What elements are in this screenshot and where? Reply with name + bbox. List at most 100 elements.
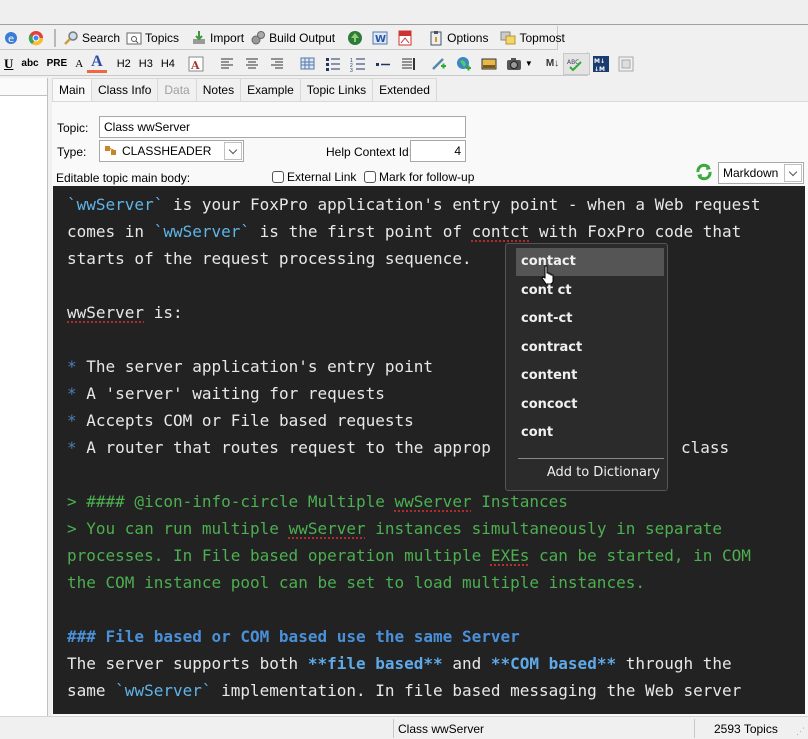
suggestion-item[interactable]: contact xyxy=(516,248,664,276)
suggestion-item[interactable]: content xyxy=(516,362,664,390)
import-button[interactable]: Import xyxy=(188,27,247,49)
misspelled-word[interactable]: wwServer xyxy=(289,519,366,538)
build-output-button[interactable]: Build Output xyxy=(247,27,338,49)
pdf-icon xyxy=(398,30,412,45)
status-topic: Class wwServer xyxy=(398,722,485,736)
tab-topic-links[interactable]: Topic Links xyxy=(299,78,374,101)
dropdown-arrow-icon[interactable]: ▼ xyxy=(525,59,533,68)
spellcheck-icon: ABC xyxy=(567,59,582,71)
external-link-checkbox[interactable]: External Link xyxy=(272,170,356,184)
text-run: comes in xyxy=(67,222,154,241)
options-button[interactable]: Options xyxy=(425,27,491,49)
misspelled-word[interactable]: contct xyxy=(472,222,530,241)
underline-button[interactable]: U xyxy=(0,53,17,75)
topic-tree-header xyxy=(0,78,47,96)
h2-button[interactable]: H2 xyxy=(113,53,135,75)
text-run: processes. In File based operation multi… xyxy=(67,546,491,565)
word-export-button[interactable]: W xyxy=(369,27,394,49)
follow-up-checkbox[interactable]: Mark for follow-up xyxy=(364,170,474,184)
svg-text:↓M: ↓M xyxy=(594,66,605,72)
editor-mode-select[interactable]: Markdown xyxy=(718,162,804,184)
insert-web-link-button[interactable] xyxy=(453,53,478,75)
external-link-label: External Link xyxy=(287,170,357,184)
pdf-export-button[interactable] xyxy=(394,27,419,49)
horizontal-rule-button[interactable] xyxy=(372,53,397,75)
svg-text:3: 3 xyxy=(350,68,353,72)
resize-grip-icon[interactable]: ⋰ xyxy=(796,723,805,739)
list-item: * A 'server' waiting for requests xyxy=(67,380,385,407)
tab-example[interactable]: Example xyxy=(240,78,301,101)
text-run: implementation. In file based messaging … xyxy=(211,681,742,700)
search-button[interactable]: Search xyxy=(60,27,123,49)
insert-link-button[interactable] xyxy=(428,53,453,75)
text-run: is the first point of xyxy=(250,222,472,241)
align-left-button[interactable] xyxy=(216,53,241,75)
table-button[interactable] xyxy=(297,53,322,75)
markdown-button[interactable]: M↓ xyxy=(542,53,563,75)
font-size-button[interactable]: A xyxy=(71,53,87,75)
spellcheck-toggle[interactable]: ABC xyxy=(563,52,591,75)
h4-button[interactable]: H4 xyxy=(157,53,179,75)
suggestion-item[interactable]: cont ct xyxy=(516,277,664,305)
suggestion-item[interactable]: concoct xyxy=(516,391,664,419)
topics-button[interactable]: Topics xyxy=(123,27,182,49)
tab-main[interactable]: Main xyxy=(52,78,93,102)
topic-tree-pane[interactable] xyxy=(0,78,48,716)
insert-image-button[interactable] xyxy=(478,53,503,75)
indent-icon xyxy=(401,57,415,70)
type-value: CLASSHEADER xyxy=(122,144,212,158)
publish-web-button[interactable] xyxy=(344,27,369,49)
type-select[interactable]: CLASSHEADER xyxy=(99,140,244,162)
refresh-icon[interactable] xyxy=(695,163,713,181)
topmost-button[interactable]: Topmost xyxy=(497,27,567,49)
chrome-preview-button[interactable] xyxy=(25,27,50,49)
svg-text:A: A xyxy=(190,59,200,72)
ie-preview-button[interactable]: e xyxy=(0,27,25,49)
tab-class-info[interactable]: Class Info xyxy=(91,78,159,101)
tab-extended[interactable]: Extended xyxy=(372,78,437,101)
help-context-input[interactable]: 4 xyxy=(410,140,466,162)
numbered-list-button[interactable]: 123 xyxy=(347,53,372,75)
chevron-down-icon[interactable] xyxy=(784,164,802,182)
pre-button[interactable]: PRE xyxy=(43,53,72,75)
misspelled-word[interactable]: wwServer xyxy=(395,492,472,511)
clipboard-icon xyxy=(430,30,442,45)
suggestion-item[interactable]: cont-ct xyxy=(516,305,664,333)
follow-up-label: Mark for follow-up xyxy=(379,170,475,184)
bullet-list-button[interactable] xyxy=(322,53,347,75)
text-run: > #### @icon-info-circle Multiple xyxy=(67,492,395,511)
markdown-editor[interactable]: `wwServer` is your FoxPro application's … xyxy=(53,186,805,714)
strikethrough-button[interactable]: abc xyxy=(17,53,42,75)
topic-input[interactable]: Class wwServer xyxy=(99,116,466,138)
text-run: same xyxy=(67,681,116,700)
chevron-down-icon[interactable] xyxy=(224,142,242,160)
editor-mode-value: Markdown xyxy=(723,166,779,180)
align-right-button[interactable] xyxy=(266,53,291,75)
markdown-convert-button[interactable]: M↓ ↓M xyxy=(590,53,615,75)
search-icon xyxy=(64,30,78,45)
style-button[interactable]: A xyxy=(185,53,210,75)
svg-text:W: W xyxy=(375,34,386,45)
status-divider xyxy=(393,719,394,738)
indent-button[interactable] xyxy=(397,53,422,75)
toolbar-grip[interactable] xyxy=(54,28,56,47)
align-center-button[interactable] xyxy=(241,53,266,75)
suggestion-item[interactable]: cont xyxy=(516,419,664,447)
h3-button[interactable]: H3 xyxy=(135,53,157,75)
screen-capture-button[interactable]: ▼ xyxy=(503,53,536,75)
bullet-marker: * xyxy=(67,411,77,430)
bullet-list-icon xyxy=(325,57,340,71)
format-toolbar: U abc PRE A A H2 H3 H4 A 123 ▼ M↓ ABC M↓… xyxy=(0,52,634,76)
add-to-dictionary-item[interactable]: Add to Dictionary xyxy=(547,465,660,480)
font-color-button[interactable]: A xyxy=(87,53,107,73)
suggestion-item[interactable]: contract xyxy=(516,334,664,362)
tab-data[interactable]: Data xyxy=(157,78,197,101)
misspelled-word[interactable]: wwServer xyxy=(67,303,144,322)
misspelled-word[interactable]: EXEs xyxy=(491,546,530,565)
topics-icon xyxy=(126,32,142,44)
tab-notes[interactable]: Notes xyxy=(195,78,242,101)
checkbox-box[interactable] xyxy=(272,171,284,183)
checkbox-box[interactable] xyxy=(364,171,376,183)
fullscreen-button[interactable] xyxy=(615,53,640,75)
horizontal-rule-icon xyxy=(375,62,390,66)
